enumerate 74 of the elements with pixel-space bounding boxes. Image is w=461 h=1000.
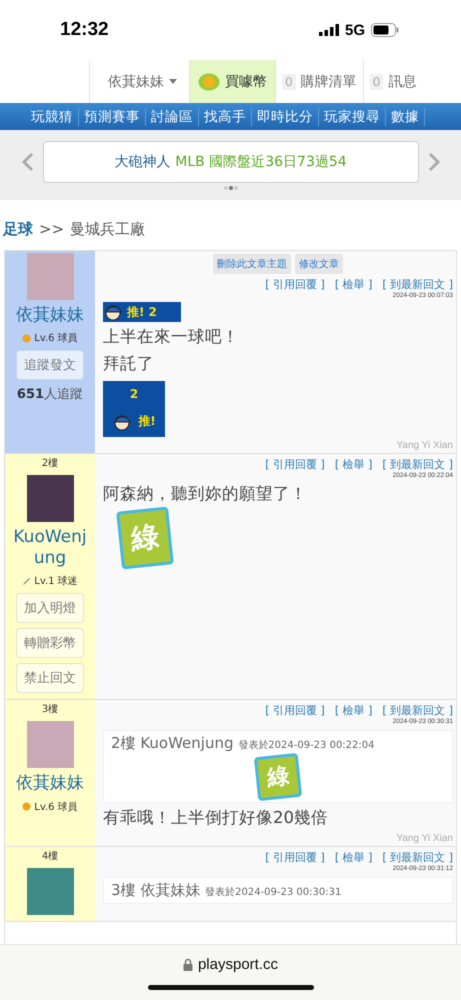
signal-icon [318,24,339,36]
promo-banner[interactable]: 大砲神人 MLB 國際盤近36日73過54 [42,140,418,182]
menu-item[interactable]: 玩家搜尋 [319,108,386,126]
push-count: 2 [148,305,157,319]
url-text[interactable]: playsport.cc [198,956,278,972]
side-button[interactable]: 追蹤發文 [16,350,84,380]
menu-item[interactable]: 即時比分 [252,108,319,126]
author-name[interactable]: 依萁妹妹 [10,773,90,795]
admin-button[interactable]: 修改文章 [295,254,343,274]
breadcrumb-link[interactable]: 足球 [3,220,33,238]
action-link[interactable]: [ 引用回覆 ] [265,277,325,292]
coin-icon [198,72,220,90]
admin-button[interactable]: 刪除此文章主題 [213,254,291,274]
avatar-photo-placeholder[interactable] [26,474,74,522]
orb-icon [22,334,32,343]
action-link[interactable]: [ 檢舉 ] [334,850,372,866]
home-indicator[interactable] [148,984,314,990]
action-link[interactable]: [ 到最新回文 ] [382,703,453,718]
push-label: 推! [138,413,156,430]
sticker: 綠 [116,506,174,570]
action-link[interactable]: [ 引用回覆 ] [265,456,325,472]
post-text: 拜託了 [103,352,155,375]
signature: Yang Yi Xian [396,833,453,844]
post-text: 阿森納，聽到妳的願望了！ [103,482,308,505]
action-link[interactable]: [ 到最新回文 ] [382,850,453,866]
buy-coins-button[interactable]: 買噱幣 [189,60,275,103]
side-button[interactable]: 加入明燈 [16,593,84,624]
author-name[interactable]: 依萁妹妹 [10,305,90,326]
action-link[interactable]: [ 引用回覆 ] [265,703,325,718]
sticker: 綠 [254,753,302,802]
breadcrumb-current: 曼城兵工廠 [70,220,146,238]
menu-item[interactable]: 玩競猜 [26,108,79,126]
level-label: Lv.6 球員 [34,800,78,814]
clock: 12:32 [60,19,109,41]
chevron-left-icon[interactable] [22,152,34,172]
follower-count: 651人追蹤 [16,386,84,404]
push-label: 推! [127,304,144,320]
signature: Yang Yi Xian [396,440,453,451]
action-link[interactable]: [ 檢舉 ] [334,456,372,472]
quote-header: 3樓 依萁妹妹 發表於2024-09-23 00:30:31 [111,881,342,900]
side-button[interactable]: 禁止回文 [16,663,84,694]
push-count: 2 [130,386,138,401]
action-link[interactable]: [ 到最新回文 ] [382,277,453,292]
level-label: Lv.1 球迷 [34,574,78,588]
level-label: Lv.6 球員 [34,332,78,346]
author-name[interactable]: KuoWenjung [10,526,90,570]
network-label: 5G [344,22,365,38]
cartoon-face-icon [112,412,132,431]
action-link[interactable]: [ 檢舉 ] [334,703,372,718]
orb-icon [22,802,32,812]
menu-item[interactable]: 討論區 [146,108,199,126]
carousel-dot[interactable] [234,186,238,190]
floor-number: 3樓 [42,702,58,716]
lock-icon [182,958,193,970]
pencil-icon [22,576,32,586]
chevron-right-icon[interactable] [428,152,440,172]
action-link[interactable]: [ 引用回覆 ] [265,850,325,866]
cartoon-face-icon [103,303,123,321]
carousel-dot[interactable] [228,186,232,190]
battery-icon [371,23,399,37]
carousel-dot[interactable] [224,186,228,190]
floor-number: 2樓 [42,456,58,470]
breadcrumb-separator: >> [39,220,64,238]
caret-icon [169,79,177,84]
menu-item[interactable]: 預測賽事 [79,108,146,126]
action-link[interactable]: [ 檢舉 ] [334,277,372,292]
floor-number: 4樓 [42,850,58,864]
action-link[interactable]: [ 到最新回文 ] [382,456,453,472]
quote-header: 2樓 KuoWenjung 發表於2024-09-23 00:22:04 [111,734,376,754]
menu-item[interactable]: 數據 [386,108,425,126]
post-text: 有乖哦！上半倒打好像20幾倍 [103,807,329,830]
post-text: 上半在來一球吧！ [103,326,240,348]
menu-item[interactable]: 找高手 [199,108,252,126]
side-button[interactable]: 轉贈彩幣 [16,628,84,658]
